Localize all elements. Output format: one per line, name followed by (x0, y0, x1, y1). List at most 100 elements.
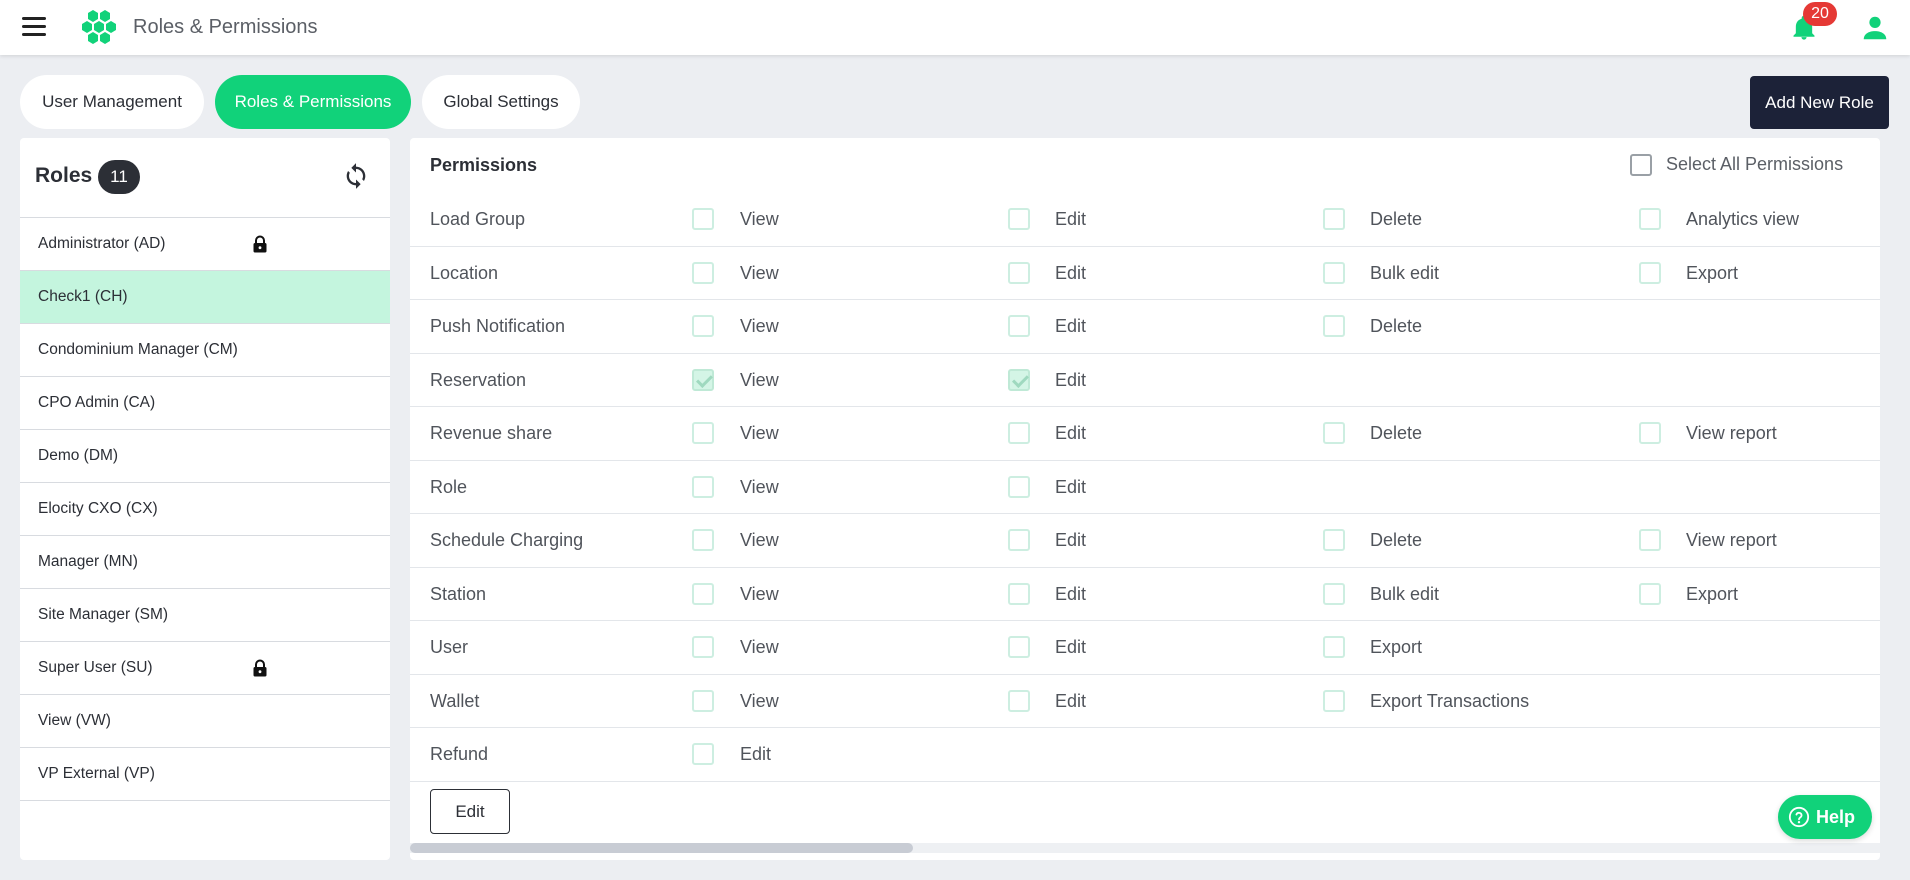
permission-row: Wallet View Edit Export Transactions (410, 675, 1880, 728)
role-item-label: Super User (SU) (38, 659, 153, 676)
horizontal-scrollbar-thumb[interactable] (410, 843, 913, 853)
menu-icon[interactable] (22, 17, 46, 37)
permission-checkbox[interactable] (1323, 261, 1345, 284)
role-item-label: Condominium Manager (CM) (38, 341, 238, 358)
role-item[interactable]: Condominium Manager (CM) (20, 324, 390, 377)
permission-checkbox[interactable] (692, 208, 714, 230)
permission-row: Reservation View Edit (410, 354, 1880, 407)
role-item[interactable]: Demo (DM) (20, 430, 390, 483)
permission-checkbox[interactable] (1323, 422, 1345, 444)
permission-label: Edit (1055, 209, 1087, 229)
role-item[interactable]: Manager (MN) (20, 536, 390, 589)
permission-label: View (740, 369, 779, 390)
select-all-label: Select All Permissions (1666, 154, 1844, 174)
permission-row: Revenue share View Edit Delete View report (410, 407, 1880, 461)
permission-checkbox[interactable] (1008, 475, 1030, 498)
permission-checkbox[interactable] (1639, 208, 1661, 230)
permission-name: Role (430, 476, 468, 497)
permission-label: Edit (1055, 476, 1087, 497)
permission-row: Location View Edit Bulk edit Export (410, 247, 1880, 300)
lock-icon (253, 659, 267, 677)
permission-name: Load Group (430, 209, 526, 229)
add-new-role-button[interactable]: Add New Role (1750, 76, 1889, 129)
permission-checkbox[interactable] (1323, 689, 1345, 712)
permission-row: Load Group View Edit Delete Analytics view (410, 193, 1880, 247)
permission-checkbox[interactable] (692, 368, 714, 391)
permission-checkbox[interactable] (1323, 636, 1345, 658)
permission-label: Edit (740, 744, 772, 764)
role-item[interactable]: Administrator (AD) (20, 218, 390, 271)
refresh-icon[interactable] (342, 162, 370, 190)
role-item[interactable]: View (VW) (20, 695, 390, 748)
permission-checkbox[interactable] (1008, 689, 1030, 712)
permission-checkbox[interactable] (1323, 582, 1345, 605)
permission-checkbox[interactable] (1639, 261, 1661, 284)
permission-checkbox[interactable] (1008, 315, 1030, 337)
permission-row: Role View Edit (410, 461, 1880, 514)
role-item[interactable]: VP External (VP) (20, 748, 390, 801)
tab-roles-permissions[interactable]: Roles & Permissions (215, 75, 411, 129)
permission-checkbox[interactable] (692, 743, 714, 765)
permission-checkbox[interactable] (1323, 315, 1345, 337)
app-title: Roles & Permissions (133, 16, 318, 38)
help-button[interactable]: Help (1778, 795, 1872, 839)
permission-label: View (740, 423, 779, 443)
role-item[interactable]: CPO Admin (CA) (20, 377, 390, 430)
permission-checkbox[interactable] (1639, 422, 1661, 444)
role-item[interactable]: Super User (SU) (20, 642, 390, 695)
permission-label: Bulk edit (1370, 583, 1440, 604)
role-item[interactable]: Check1 (CH) (20, 271, 390, 324)
permission-label: View (740, 637, 779, 657)
role-item[interactable]: Elocity CXO (CX) (20, 483, 390, 536)
permission-row: User View Edit Export (410, 621, 1880, 675)
permission-checkbox[interactable] (1008, 582, 1030, 605)
permission-checkbox[interactable] (1639, 529, 1661, 551)
permission-name: Refund (430, 744, 489, 764)
permission-name: Wallet (430, 690, 480, 711)
permission-label: Edit (1055, 530, 1087, 550)
help-label: Help (1816, 807, 1856, 827)
tab-global-settings[interactable]: Global Settings (422, 75, 580, 129)
permission-checkbox[interactable] (1008, 636, 1030, 658)
permission-row: Refund Edit (410, 728, 1880, 782)
permission-checkbox[interactable] (692, 582, 714, 605)
permission-checkbox[interactable] (1639, 582, 1661, 605)
permission-label: View (740, 316, 779, 336)
role-item-label: View (VW) (38, 712, 111, 729)
permission-label: Export (1370, 637, 1423, 657)
permission-label: Edit (1055, 316, 1087, 336)
role-item[interactable]: Site Manager (SM) (20, 589, 390, 642)
permission-checkbox[interactable] (1008, 261, 1030, 284)
permission-checkbox[interactable] (1008, 529, 1030, 551)
permission-label: Export Transactions (1370, 690, 1530, 711)
permission-label: View (740, 583, 779, 604)
tab-user-management[interactable]: User Management (20, 75, 204, 129)
permission-checkbox[interactable] (692, 261, 714, 284)
permission-checkbox[interactable] (692, 636, 714, 658)
permission-name: Location (430, 262, 499, 283)
permission-checkbox[interactable] (1008, 368, 1030, 391)
permission-checkbox[interactable] (1323, 529, 1345, 551)
permission-label: View report (1686, 530, 1777, 550)
permission-checkbox[interactable] (1008, 422, 1030, 444)
permission-name: Push Notification (430, 316, 566, 336)
permission-checkbox[interactable] (692, 475, 714, 498)
user-profile-icon[interactable] (1860, 13, 1890, 43)
permission-label: Bulk edit (1370, 262, 1440, 283)
permission-label: Edit (1055, 423, 1087, 443)
help-icon (1788, 806, 1810, 828)
permission-checkbox[interactable] (692, 529, 714, 551)
permissions-table: Load Group View Edit Delete Analytics view Lo… (410, 193, 1880, 782)
select-all-checkbox[interactable] (1630, 154, 1652, 176)
permission-label: Export (1686, 262, 1739, 283)
permission-label: Export (1686, 583, 1739, 604)
edit-button[interactable]: Edit (430, 789, 510, 834)
permission-checkbox[interactable] (1323, 208, 1345, 230)
permission-checkbox[interactable] (1008, 208, 1030, 230)
permission-checkbox[interactable] (692, 422, 714, 444)
role-item-label: Administrator (AD) (38, 235, 166, 252)
role-item-label: Demo (DM) (38, 447, 119, 464)
permission-checkbox[interactable] (692, 315, 714, 337)
permission-checkbox[interactable] (692, 689, 714, 712)
permission-label: Delete (1370, 316, 1423, 336)
